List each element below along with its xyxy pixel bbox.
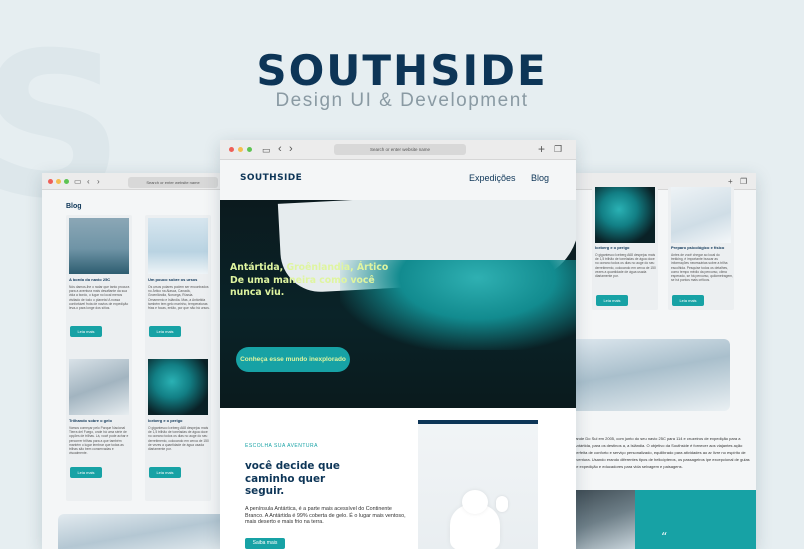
window-controls[interactable] <box>48 179 69 184</box>
section-body: A península Antártica, é a parte mais ac… <box>245 506 406 526</box>
blog-card: A bordo do navio 25C Nós damos-lhe o rad… <box>66 215 132 360</box>
address-bar[interactable]: Search or enter website name <box>334 144 466 155</box>
forward-icon[interactable]: › <box>289 143 293 155</box>
close-dot-icon[interactable] <box>229 147 234 152</box>
address-bar[interactable]: Search or enter website name <box>128 177 218 188</box>
new-tab-icon[interactable]: + <box>538 142 545 156</box>
card-text: Vamos começar pelo Parque Nacional Tierr… <box>69 426 129 456</box>
card-text: O gigantesco Iceberg A68 despejou mais d… <box>148 426 209 452</box>
hero-headline: Antártida, Groênlandia, Ártico De uma ma… <box>230 262 389 298</box>
skier-photo <box>58 514 228 549</box>
card-image <box>148 359 208 415</box>
brand-subtitle: Design UI & Development <box>275 90 529 111</box>
card-image <box>595 187 655 243</box>
maximize-dot-icon[interactable] <box>247 147 252 152</box>
minimize-dot-icon[interactable] <box>238 147 243 152</box>
minimize-dot-icon[interactable] <box>56 179 61 184</box>
card-text: O gigantesco Iceberg A68 despejou mais d… <box>595 253 656 279</box>
maximize-dot-icon[interactable] <box>64 179 69 184</box>
card-text: Antes de você chegar ao local do trekkin… <box>671 253 733 283</box>
back-icon[interactable]: ‹ <box>278 143 282 155</box>
window-controls[interactable] <box>229 147 252 152</box>
section-heading: você decide que caminho quer seguir. <box>245 460 340 498</box>
blog-card: Trilhando sobre o gelo Vamos começar pel… <box>66 356 132 501</box>
browser-window-home: ▭ ‹ › Search or enter website name + ❐ S… <box>220 140 576 549</box>
card-title: A bordo do navio 25C <box>69 277 111 282</box>
sidebar-toggle-icon[interactable]: ▭ <box>262 145 271 156</box>
read-more-button[interactable]: Leia mais <box>70 326 102 337</box>
adventure-section: ESCOLHA SUA AVENTURA você decide que cam… <box>220 408 576 549</box>
nav-link-expeditions[interactable]: Expedições <box>469 173 516 183</box>
tabs-overview-icon[interactable]: ❐ <box>554 144 562 155</box>
browser-window-blog: ▭ ‹ › Search or enter website name Blog … <box>42 173 222 549</box>
site-navbar: SOUTHSIDE Expedições Blog <box>220 160 576 200</box>
browser-window-about: + ❐ Iceberg e o perigo O gigantesco Iceb… <box>570 173 756 549</box>
card-title: Iceberg e o perigo <box>595 245 630 250</box>
card-image <box>148 218 208 274</box>
blog-card: Preparo psicológico e físico Antes de vo… <box>668 187 734 310</box>
blog-card: Iceberg e o perigo O gigantesco Iceberg … <box>592 187 658 310</box>
explore-cta-button[interactable]: Conheça esse mundo inexplorado <box>236 347 350 372</box>
polar-bear-photo <box>418 420 538 549</box>
read-more-button[interactable]: Leia mais <box>672 295 704 306</box>
read-more-button[interactable]: Leia mais <box>149 467 181 478</box>
site-logo[interactable]: SOUTHSIDE <box>240 173 302 183</box>
learn-more-button[interactable]: Saiba mais <box>245 538 285 549</box>
quote-icon: “ <box>661 530 668 544</box>
back-icon[interactable]: ‹ <box>87 177 90 186</box>
blog-card: Iceberg e o perigo O gigantesco Iceberg … <box>145 356 211 501</box>
blog-heading: Blog <box>66 203 82 210</box>
close-dot-icon[interactable] <box>48 179 53 184</box>
read-more-button[interactable]: Leia mais <box>70 467 102 478</box>
new-tab-icon[interactable]: + <box>728 177 733 186</box>
mountain-photo <box>570 339 730 411</box>
about-text: rande Do Sul em 2005, com junto do seu n… <box>574 436 750 469</box>
forward-icon[interactable]: › <box>97 177 100 186</box>
bear-head-shape <box>462 490 488 514</box>
footer-photo <box>570 490 635 549</box>
card-title: Trilhando sobre o gelo <box>69 418 112 423</box>
read-more-button[interactable]: Leia mais <box>596 295 628 306</box>
tabs-overview-icon[interactable]: ❐ <box>740 177 747 186</box>
browser-titlebar: ▭ ‹ › Search or enter website name + ❐ <box>220 140 576 160</box>
blog-card: Um pouco sobre os ursos Os ursos polares… <box>145 215 211 360</box>
card-title: Preparo psicológico e físico <box>671 245 725 250</box>
card-image <box>69 359 129 415</box>
card-image <box>671 187 731 243</box>
card-image <box>69 218 129 274</box>
bear-paw-shape <box>496 496 508 512</box>
sidebar-toggle-icon[interactable]: ▭ <box>74 177 82 186</box>
card-title: Iceberg e o perigo <box>148 418 183 423</box>
brand-title: SOUTHSIDE <box>256 46 548 95</box>
card-text: Nós damos-lhe o radar que tanto procura … <box>69 285 130 311</box>
hero-banner: Antártida, Groênlandia, Ártico De uma ma… <box>220 200 576 408</box>
browser-titlebar: ▭ ‹ › Search or enter website name <box>42 173 222 190</box>
read-more-button[interactable]: Leia mais <box>149 326 181 337</box>
card-title: Um pouco sobre os ursos <box>148 277 198 282</box>
nav-link-blog[interactable]: Blog <box>531 173 549 183</box>
section-eyebrow: ESCOLHA SUA AVENTURA <box>245 443 318 449</box>
card-text: Os ursos polares podem ser encontrados n… <box>148 285 210 311</box>
testimonial-block: “ <box>635 490 756 549</box>
